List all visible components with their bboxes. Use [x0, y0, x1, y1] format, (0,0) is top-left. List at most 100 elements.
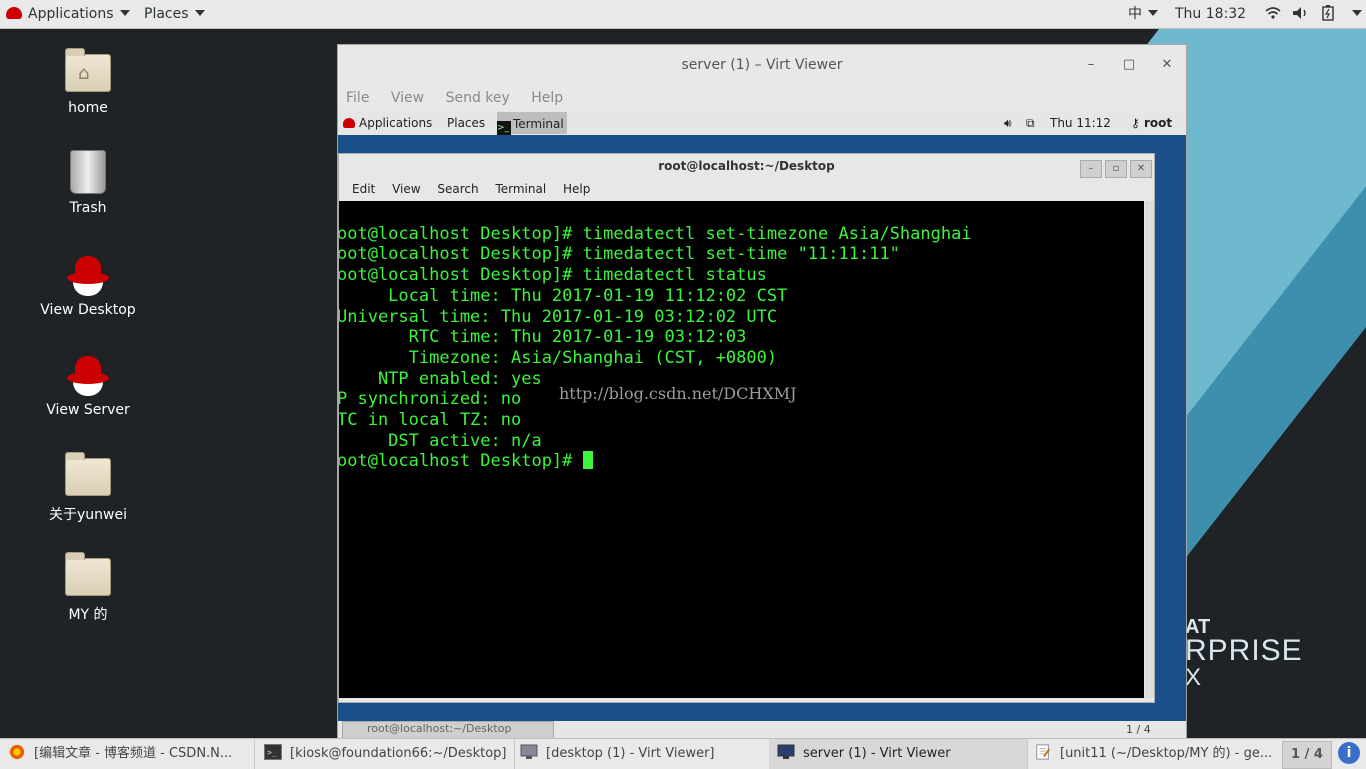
terminal-scrollbar[interactable] [1145, 201, 1154, 698]
svg-text:>_: >_ [267, 748, 277, 757]
desktop-icon-label: home [68, 100, 108, 116]
desktop-icon-trash[interactable]: Trash [28, 150, 148, 216]
wallpaper-text-2: RPRISE [1185, 634, 1303, 667]
terminal-menu-search[interactable]: Search [437, 182, 478, 196]
guest-applications-menu[interactable]: Applications [343, 111, 432, 135]
task-terminal[interactable]: >_ [kiosk@foundation66:~/Desktop] [256, 739, 515, 769]
applications-menu[interactable]: Applications [6, 0, 130, 28]
workspace-pager[interactable]: 1 / 4 [1282, 741, 1332, 769]
clock[interactable]: Thu 18:32 [1175, 0, 1246, 28]
bottom-taskbar: [编辑文章 - 博客频道 - CSDN.N... >_ [kiosk@founda… [0, 738, 1366, 769]
menubar: File View Send key Help [338, 87, 572, 109]
monitor-icon [520, 744, 538, 759]
window-title: server (1) – Virt Viewer [681, 57, 843, 73]
home-folder-icon: ⌂ [65, 48, 111, 92]
folder-icon [65, 452, 111, 496]
terminal-icon: >_ [497, 121, 511, 135]
desktop-icon-label: View Desktop [40, 302, 136, 318]
task-virt-viewer-desktop[interactable]: [desktop (1) - Virt Viewer] [512, 739, 771, 769]
guest-clock[interactable]: Thu 11:12 [1050, 111, 1111, 135]
chevron-down-icon [1148, 10, 1158, 16]
trash-icon [70, 150, 106, 194]
desktop-icon-view-server[interactable]: View Server [28, 354, 148, 418]
terminal-line: Universal time: Thu 2017-01-19 03:12:02 … [339, 306, 778, 327]
desktop-icon-view-desktop[interactable]: View Desktop [28, 254, 148, 318]
terminal-line: DST active: n/a [339, 430, 542, 451]
input-method-label: 中 [1128, 6, 1142, 22]
watermark: http://blog.csdn.net/DCHXMJ [559, 384, 797, 403]
terminal-menu-view[interactable]: View [392, 182, 420, 196]
guest-user-label: root [1143, 116, 1173, 130]
input-method-indicator[interactable]: 中 [1128, 0, 1158, 28]
menu-send-key[interactable]: Send key [446, 90, 510, 106]
guest-bottom-panel: root@localhost:~/Desktop 1 / 4 [338, 721, 1186, 739]
places-label: Places [144, 6, 189, 22]
menu-help[interactable]: Help [531, 90, 563, 106]
terminal-prompt-line: oot@localhost Desktop]# [339, 451, 972, 472]
places-menu[interactable]: Places [144, 0, 205, 28]
guest-display[interactable]: Applications Places >_ Terminal 🔊︎ ⧉ Thu … [338, 111, 1186, 739]
redhat-logo-icon [6, 7, 22, 19]
desktop-icon-label: View Server [46, 402, 130, 418]
terminal-line: oot@localhost Desktop]# timedatectl set-… [339, 244, 900, 265]
text-editor-icon [1036, 744, 1050, 760]
terminal-line: oot@localhost Desktop]# timedatectl set-… [339, 223, 972, 244]
task-gedit[interactable]: [unit11 (~/Desktop/MY 的) - ge... [1026, 739, 1285, 769]
close-button[interactable]: ✕ [1152, 45, 1182, 85]
desktop-icon-label: MY 的 [68, 607, 108, 623]
terminal-minimize-button[interactable]: – [1080, 160, 1102, 178]
wallpaper-text-3: X [1185, 664, 1202, 691]
redhat-icon [67, 354, 109, 396]
info-icon[interactable]: i [1338, 742, 1360, 764]
terminal-menu-edit[interactable]: Edit [352, 182, 375, 196]
guest-bottom-task[interactable]: root@localhost:~/Desktop [342, 721, 554, 739]
terminal-icon: >_ [264, 744, 282, 760]
terminal-close-button[interactable]: ✕ [1130, 160, 1152, 178]
terminal-cursor [582, 451, 593, 470]
terminal-prompt: oot@localhost Desktop]# [339, 451, 583, 472]
applications-label: Applications [28, 6, 114, 22]
maximize-button[interactable]: □ [1114, 45, 1144, 85]
terminal-line: Timezone: Asia/Shanghai (CST, +0800) [339, 347, 778, 368]
terminal-line: oot@localhost Desktop]# timedatectl stat… [339, 265, 767, 286]
terminal-maximize-button[interactable]: ▫ [1105, 160, 1127, 178]
terminal-output[interactable]: oot@localhost Desktop]# timedatectl set-… [339, 201, 1144, 698]
desktop-icon-folder-my[interactable]: MY 的 [28, 552, 148, 624]
battery-icon[interactable] [1322, 0, 1334, 28]
desktop-icon-label: 关于yunwei [49, 507, 127, 523]
volume-icon[interactable] [1292, 0, 1310, 28]
terminal-line: TC in local TZ: no [339, 410, 522, 431]
user-icon: ⚷ [1131, 116, 1140, 130]
task-label: [unit11 (~/Desktop/MY 的) - ge... [1060, 746, 1273, 761]
terminal-line: RTC time: Thu 2017-01-19 03:12:03 [339, 327, 747, 348]
desktop-icon-folder-yunwei[interactable]: 关于yunwei [28, 452, 148, 524]
guest-places-menu[interactable]: Places [447, 111, 485, 135]
menu-file[interactable]: File [346, 90, 369, 106]
terminal-line: Local time: Thu 2017-01-19 11:12:02 CST [339, 285, 788, 306]
terminal-menu-help[interactable]: Help [563, 182, 590, 196]
guest-terminal-task[interactable]: >_ Terminal [497, 112, 567, 135]
wifi-icon[interactable] [1265, 0, 1281, 28]
task-browser[interactable]: [编辑文章 - 博客频道 - CSDN.N... [0, 739, 255, 769]
guest-top-panel: Applications Places >_ Terminal 🔊︎ ⧉ Thu … [338, 111, 1186, 135]
virt-viewer-window: server (1) – Virt Viewer – □ ✕ File View… [337, 44, 1187, 740]
task-label: [kiosk@foundation66:~/Desktop] [290, 746, 507, 761]
chevron-down-icon [1352, 10, 1362, 16]
terminal-menubar: Edit View Search Terminal Help [339, 178, 1154, 200]
guest-workspace-pager[interactable]: 1 / 4 [1126, 723, 1151, 736]
task-virt-viewer-server[interactable]: server (1) - Virt Viewer [769, 739, 1028, 769]
guest-volume-icon[interactable]: 🔊︎ [1004, 111, 1012, 135]
terminal-menu-terminal[interactable]: Terminal [495, 182, 546, 196]
redhat-logo-icon [343, 118, 355, 128]
guest-network-icon[interactable]: ⧉ [1026, 111, 1035, 135]
power-menu[interactable] [1346, 0, 1362, 28]
minimize-button[interactable]: – [1076, 45, 1106, 85]
guest-user-menu[interactable]: ⚷ root [1131, 111, 1172, 135]
guest-terminal-task-label: Terminal [513, 117, 564, 131]
redhat-icon [67, 254, 109, 296]
desktop-icon-home[interactable]: ⌂ home [28, 48, 148, 116]
menu-view[interactable]: View [391, 90, 424, 106]
task-label: [desktop (1) - Virt Viewer] [546, 746, 715, 761]
terminal-window: root@localhost:~/Desktop – ▫ ✕ Edit View S… [338, 153, 1155, 703]
monitor-icon [777, 744, 795, 759]
